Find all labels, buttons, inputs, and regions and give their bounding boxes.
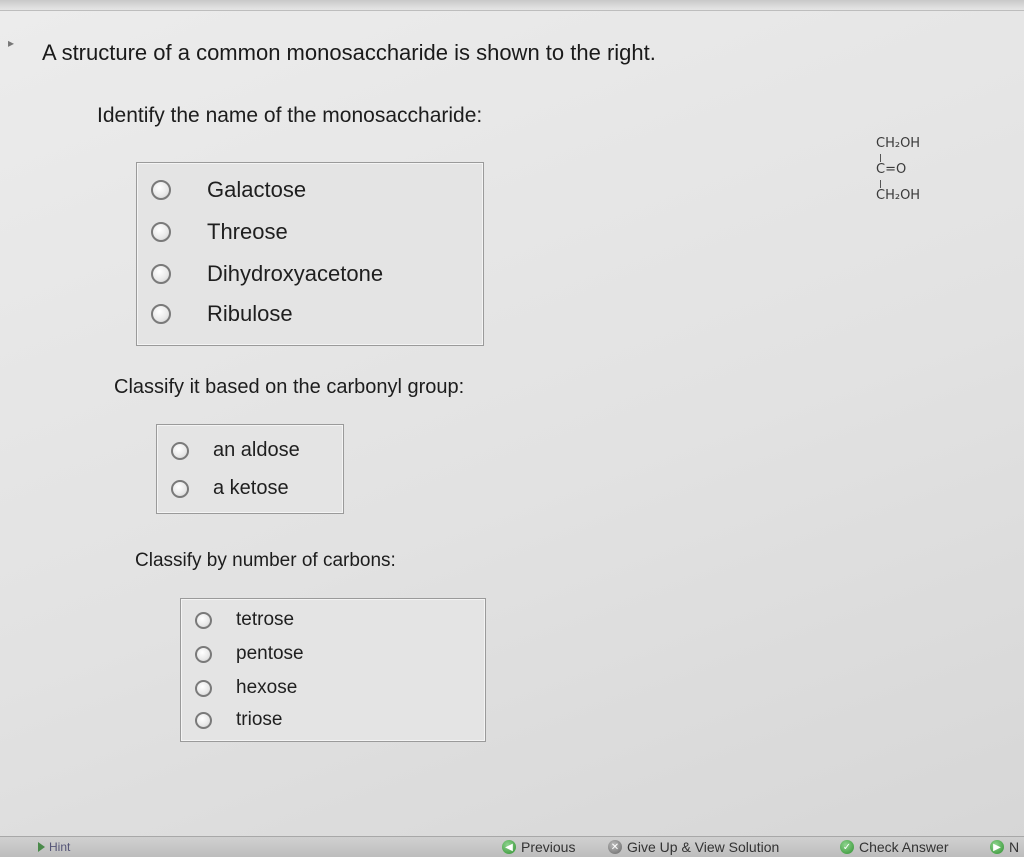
footer-toolbar: Hint ◀ Previous ✕ Give Up & View Solutio… (0, 836, 1024, 857)
option-label: an aldose (213, 439, 300, 461)
hint-arrow-icon (38, 842, 45, 852)
options-box-name: Galactose Threose Dihydroxyacetone Ribul… (136, 162, 484, 346)
give-up-icon: ✕ (608, 840, 622, 854)
option-label: pentose (236, 643, 304, 664)
prompt-carbonyl-group: Classify it based on the carbonyl group: (114, 376, 465, 398)
option-label: Dihydroxyacetone (207, 261, 384, 286)
window-top-bar (0, 0, 1024, 11)
option-hexose[interactable]: hexose (195, 677, 297, 699)
option-label: triose (236, 709, 283, 730)
option-tetrose[interactable]: tetrose (195, 609, 294, 631)
option-ketose[interactable]: a ketose (171, 477, 289, 500)
cursor-icon: ▸ (8, 36, 15, 50)
structure-carbonyl-group: C=O (876, 162, 907, 177)
structure-top-group: CH₂OH (876, 136, 921, 151)
radio-button[interactable] (195, 679, 212, 697)
radio-button[interactable] (195, 645, 212, 663)
option-label: hexose (236, 677, 298, 698)
hint-label: Hint (49, 840, 71, 854)
structure-bottom-group: CH₂OH (876, 188, 921, 203)
check-icon: ✓ (840, 840, 854, 854)
radio-button[interactable] (171, 479, 189, 498)
radio-button[interactable] (195, 611, 212, 629)
radio-button[interactable] (195, 711, 212, 729)
option-label: Threose (207, 219, 288, 244)
check-answer-button[interactable]: ✓ Check Answer (840, 839, 948, 855)
radio-button[interactable] (171, 441, 189, 460)
option-label: tetrose (236, 609, 295, 630)
option-triose[interactable]: triose (195, 709, 282, 731)
give-up-label: Give Up & View Solution (627, 839, 780, 855)
option-aldose[interactable]: an aldose (171, 439, 300, 462)
radio-button[interactable] (151, 180, 171, 200)
molecule-structure: CH₂OH C=O CH₂OH (872, 130, 942, 210)
option-galactose[interactable]: Galactose (151, 177, 306, 203)
check-answer-label: Check Answer (859, 839, 949, 855)
option-dihydroxyacetone[interactable]: Dihydroxyacetone (151, 261, 383, 287)
radio-button[interactable] (151, 222, 171, 242)
previous-label: Previous (521, 839, 576, 855)
radio-button[interactable] (151, 264, 171, 284)
option-label: Galactose (207, 177, 307, 202)
previous-icon: ◀ (502, 840, 516, 854)
hint-button[interactable]: Hint (38, 840, 70, 854)
question-text: A structure of a common monosaccharide i… (42, 40, 656, 65)
structure-bond (880, 180, 881, 188)
options-box-carbonyl: an aldose a ketose (156, 424, 344, 514)
option-label: Ribulose (207, 301, 293, 326)
prompt-identify-name: Identify the name of the monosaccharide: (97, 104, 483, 127)
next-label: N (1009, 839, 1020, 855)
options-box-carbons: tetrose pentose hexose triose (180, 598, 486, 742)
give-up-button[interactable]: ✕ Give Up & View Solution (608, 839, 779, 855)
prompt-number-of-carbons: Classify by number of carbons: (135, 550, 396, 571)
option-threose[interactable]: Threose (151, 219, 288, 245)
radio-button[interactable] (151, 304, 171, 324)
option-label: a ketose (213, 477, 289, 499)
structure-bond (880, 154, 881, 162)
next-button[interactable]: ▶ N (990, 839, 1019, 855)
previous-button[interactable]: ◀ Previous (502, 839, 575, 855)
option-ribulose[interactable]: Ribulose (151, 301, 293, 327)
option-pentose[interactable]: pentose (195, 643, 304, 665)
next-icon: ▶ (990, 840, 1004, 854)
